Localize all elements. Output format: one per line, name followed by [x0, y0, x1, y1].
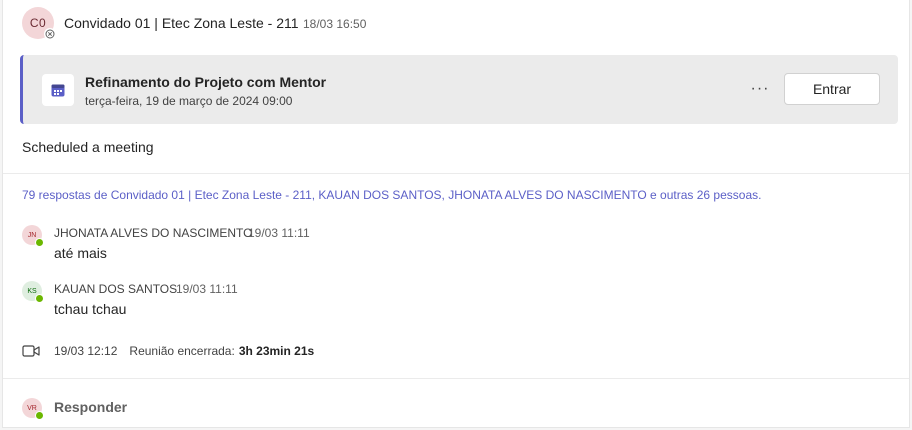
reply-author-name[interactable]: JHONATA ALVES DO NASCIMENTO	[54, 226, 253, 240]
replies-summary-link[interactable]: 79 respostas de Convidado 01 | Etec Zona…	[22, 188, 761, 202]
meeting-card[interactable]: Refinamento do Projeto com Mentor terça-…	[20, 55, 898, 124]
channel-post: C0 Convidado 01 | Etec Zona Leste - 211 …	[2, 0, 910, 428]
meeting-datetime: terça-feira, 19 de março de 2024 09:00	[85, 94, 293, 108]
reply-text: até mais	[54, 245, 107, 261]
reply-initials: KS	[27, 287, 37, 295]
reply-author-name[interactable]: KAUAN DOS SANTOS	[54, 282, 177, 296]
reply-timestamp: 19/03 11:11	[176, 282, 238, 296]
video-camera-icon	[22, 345, 40, 357]
meeting-title[interactable]: Refinamento do Projeto com Mentor	[85, 74, 326, 90]
presence-available-icon	[35, 294, 44, 303]
more-options-button[interactable]: ···	[749, 77, 771, 101]
author-name[interactable]: Convidado 01 | Etec Zona Leste - 211	[64, 15, 299, 31]
author-initials: C0	[29, 16, 47, 30]
reply-text: tchau tchau	[54, 301, 127, 317]
post-timestamp: 18/03 16:50	[303, 17, 367, 31]
reply-timestamp: 19/03 11:11	[248, 226, 310, 240]
current-user-initials: VR	[27, 404, 37, 412]
presence-available-icon	[35, 238, 44, 247]
meeting-duration: 3h 23min 21s	[238, 344, 315, 358]
reply-button[interactable]: Responder	[54, 399, 127, 415]
post-text: Scheduled a meeting	[22, 139, 154, 155]
meeting-ended-row: 19/03 12:12 Reunião encerrada: 3h 23min …	[22, 342, 314, 360]
calendar-icon	[42, 74, 74, 106]
join-meeting-button[interactable]: Entrar	[784, 73, 880, 105]
presence-available-icon	[35, 411, 44, 420]
meeting-ended-label: Reunião encerrada:	[129, 344, 235, 358]
reply-initials: JN	[27, 231, 37, 239]
meeting-ended-time: 19/03 12:12	[54, 344, 118, 358]
divider	[3, 378, 909, 379]
status-offline-icon	[44, 28, 56, 40]
divider	[3, 173, 909, 174]
